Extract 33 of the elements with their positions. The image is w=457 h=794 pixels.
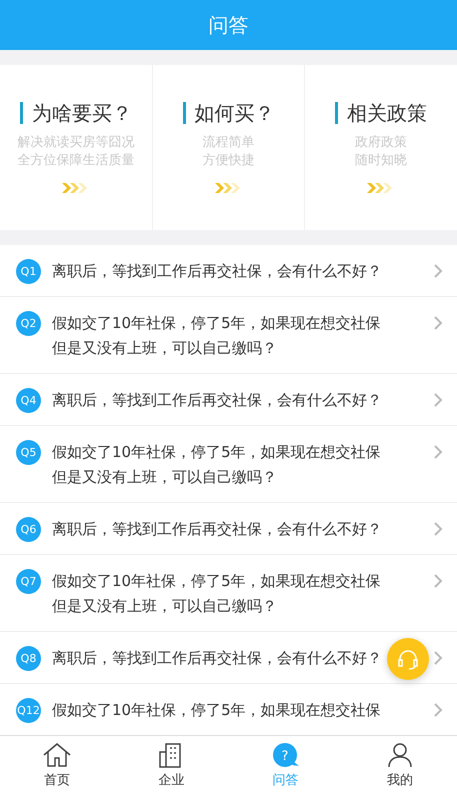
question-text: 假如交了10年社保，停了5年，如果现在想交社保 — [52, 700, 381, 721]
question-row[interactable]: Q6 离职后，等找到工作后再交社保，会有什么不好？ — [0, 503, 457, 555]
question-text: 假如交了10年社保，停了5年，如果现在想交社保 — [52, 313, 381, 334]
question-text: 假如交了10年社保，停了5年，如果现在想交社保 — [52, 571, 381, 592]
question-badge: Q7 — [16, 569, 41, 594]
card-title: 为啥要买？ — [20, 102, 132, 124]
question-row[interactable]: Q5 假如交了10年社保，停了5年，如果现在想交社保 但是又没有上班，可以自己缴吗？ — [0, 426, 457, 503]
question-badge: Q5 — [16, 440, 41, 465]
card-title: 相关政策 — [335, 102, 428, 124]
question-text: 但是又没有上班，可以自己缴吗？ — [52, 338, 277, 359]
question-badge: Q8 — [16, 646, 41, 671]
question-badge: Q2 — [16, 311, 41, 336]
question-badge: Q6 — [16, 517, 41, 542]
question-badge: Q4 — [16, 388, 41, 413]
page-title: 问答 — [208, 12, 248, 38]
question-row[interactable]: Q2 假如交了10年社保，停了5年，如果现在想交社保 但是又没有上班，可以自己缴吗？ — [0, 297, 457, 374]
question-row[interactable]: Q1 离职后，等找到工作后再交社保，会有什么不好？ — [0, 245, 457, 297]
question-text: 离职后，等找到工作后再交社保，会有什么不好？ — [52, 261, 382, 282]
question-badge: Q12 — [16, 698, 41, 723]
tab-item[interactable]: 我的 — [342, 736, 457, 794]
question-text: 离职后，等找到工作后再交社保，会有什么不好？ — [52, 390, 382, 411]
question-badge: Q1 — [16, 259, 41, 284]
question-text: 但是又没有上班，可以自己缴吗？ — [52, 467, 277, 488]
question-text: 离职后，等找到工作后再交社保，会有什么不好？ — [52, 648, 382, 669]
tab-item[interactable]: 企业 — [114, 736, 228, 794]
question-text: 离职后，等找到工作后再交社保，会有什么不好？ — [52, 519, 382, 540]
question-row[interactable]: Q4 离职后，等找到工作后再交社保，会有什么不好？ — [0, 374, 457, 426]
tab-item[interactable]: 首页 — [0, 736, 114, 794]
question-bubble-icon: ? — [272, 742, 300, 768]
card-title: 如何买？ — [182, 102, 274, 124]
question-row[interactable]: Q7 假如交了10年社保，停了5年，如果现在想交社保 但是又没有上班，可以自己缴吗？ — [0, 555, 457, 632]
question-text: 但是又没有上班，可以自己缴吗？ — [52, 596, 277, 617]
question-text: 假如交了10年社保，停了5年，如果现在想交社保 — [52, 442, 381, 463]
